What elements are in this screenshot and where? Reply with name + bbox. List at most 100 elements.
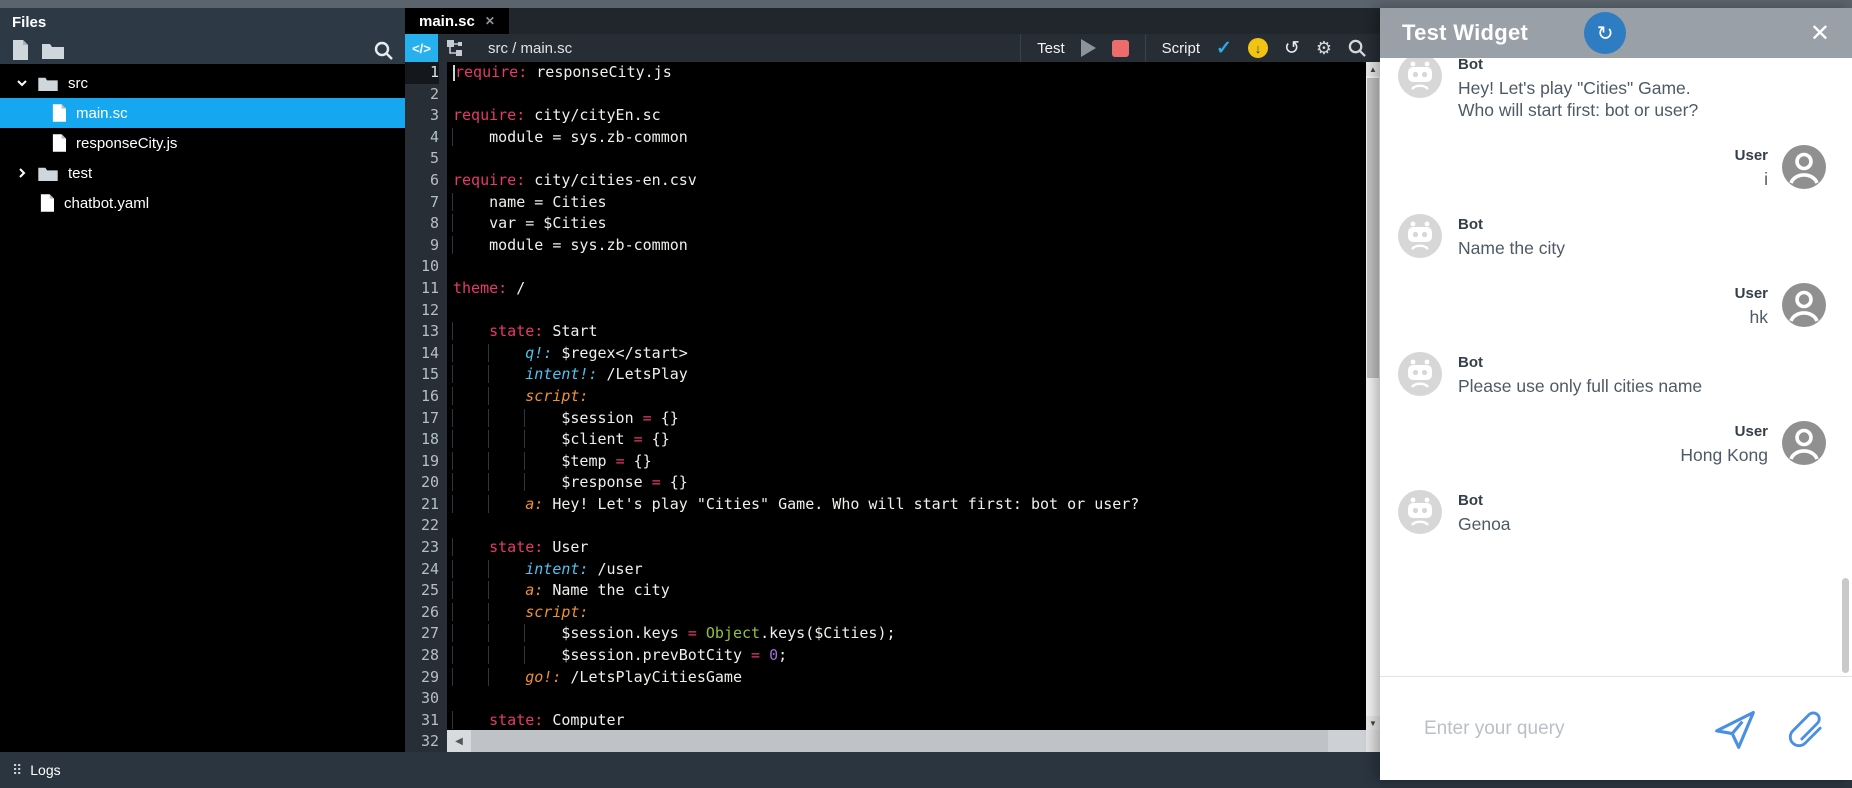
close-widget-icon[interactable]: ✕ — [1810, 19, 1830, 48]
file-tree-item-src[interactable]: src — [0, 68, 405, 98]
horizontal-scroll-thumb[interactable] — [471, 730, 1328, 752]
message-author-label: Bot — [1458, 216, 1483, 233]
file-tree-label: main.sc — [76, 104, 128, 122]
file-tree-label: src — [68, 74, 88, 92]
message-author-label: Bot — [1458, 354, 1483, 371]
code-line: $session.prevBotCity = 0; — [452, 645, 1380, 667]
scroll-down-icon[interactable]: ▼ — [1366, 716, 1380, 730]
message-text: i — [1764, 169, 1768, 189]
file-icon — [40, 194, 54, 212]
chat-message-bot: Bot Please use only full cities name — [1398, 352, 1826, 397]
send-message-icon[interactable] — [1712, 707, 1758, 751]
undo-icon[interactable]: ↺ — [1284, 37, 1300, 60]
test-label: Test — [1037, 39, 1065, 57]
message-text: Hey! Let's play "Cities" Game. Who will … — [1458, 78, 1699, 120]
tab-bar: main.sc ✕ — [405, 8, 1380, 34]
line-number: 29 — [420, 667, 439, 686]
horizontal-scrollbar[interactable]: ◀ — [447, 730, 1366, 752]
test-widget-header: Test Widget ↻ ✕ — [1380, 8, 1852, 58]
vertical-scroll-thumb[interactable] — [1367, 78, 1379, 378]
chat-message-bot: Bot Genoa — [1398, 490, 1826, 535]
deploy-icon[interactable]: ↓ — [1247, 38, 1268, 58]
vertical-scrollbar[interactable]: ▲ ▼ — [1366, 62, 1380, 730]
search-code-icon[interactable] — [1348, 39, 1366, 57]
code-line: $session.keys = Object.keys($Cities); — [452, 623, 1380, 645]
line-number: 13 — [420, 322, 439, 341]
chevron-right-icon[interactable] — [14, 167, 30, 179]
line-number: 4 — [429, 127, 439, 146]
folder-icon — [38, 166, 58, 181]
chevron-down-icon[interactable] — [14, 77, 30, 89]
code-line: script: — [452, 602, 1380, 624]
code-line: go!: /LetsPlayCitiesGame — [452, 667, 1380, 689]
file-tree-label: test — [68, 164, 93, 182]
stop-test-icon[interactable] — [1111, 39, 1129, 57]
line-number: 7 — [429, 192, 439, 211]
message-text: Name the city — [1458, 238, 1565, 258]
logs-list-icon: ⠿ — [12, 761, 23, 778]
bot-avatar — [1398, 352, 1442, 396]
code-line: require: city/cities-en.csv — [453, 170, 697, 189]
files-panel: Files src main.sc responseCity.js test chatb… — [0, 8, 405, 752]
refresh-widget-button[interactable]: ↻ — [1584, 12, 1627, 54]
bot-avatar — [1398, 58, 1442, 98]
line-number: 15 — [420, 365, 439, 384]
file-tree: src main.sc responseCity.js test chatbot.yam… — [0, 64, 405, 218]
line-number: 22 — [420, 516, 439, 535]
code-area[interactable]: require: responseCity.js​require: city/c… — [447, 62, 1380, 752]
editor-region: main.sc ✕ </> src / main.sc Test Script … — [405, 8, 1380, 752]
message-author-label: Bot — [1458, 58, 1483, 73]
code-line: ​ — [453, 688, 1380, 710]
code-line: ​ — [453, 515, 1380, 537]
line-number: 24 — [420, 559, 439, 578]
run-test-icon[interactable] — [1080, 39, 1096, 57]
test-widget-title: Test Widget — [1402, 20, 1529, 45]
message-author-label: User — [1734, 285, 1768, 302]
attach-file-icon[interactable] — [1786, 707, 1826, 751]
file-tree-item-responseCity-js[interactable]: responseCity.js — [0, 128, 405, 158]
code-line: ​ — [453, 300, 1380, 322]
message-author-label: User — [1734, 147, 1768, 164]
code-line: intent!: /LetsPlay — [452, 364, 1380, 386]
tab-main-sc[interactable]: main.sc ✕ — [405, 8, 509, 34]
chat-message-user: User Hong Kong — [1398, 421, 1826, 466]
bot-avatar — [1398, 214, 1442, 258]
query-input[interactable] — [1424, 717, 1684, 740]
toolbar-separator — [1020, 34, 1022, 62]
line-number: 18 — [420, 430, 439, 449]
window-top-edge — [0, 0, 1852, 8]
bot-avatar — [1398, 490, 1442, 534]
code-line: a: Hey! Let's play "Cities" Game. Who wi… — [452, 494, 1380, 516]
file-tree-item-chatbot-yaml[interactable]: chatbot.yaml — [0, 188, 405, 218]
code-line: theme: / — [453, 278, 526, 297]
logs-label: Logs — [30, 762, 61, 778]
new-file-icon[interactable] — [12, 40, 28, 60]
line-number: 17 — [420, 408, 439, 427]
chat-message-bot: Bot Hey! Let's play "Cities" Game. Who wi… — [1398, 58, 1826, 121]
search-files-icon[interactable] — [374, 41, 393, 60]
file-tree-item-test[interactable]: test — [0, 158, 405, 188]
message-text: Please use only full cities name — [1458, 376, 1703, 396]
new-folder-icon[interactable] — [42, 42, 64, 59]
code-view-button[interactable]: </> — [405, 34, 438, 62]
line-number: 19 — [420, 451, 439, 470]
code-line: ​ — [453, 148, 1380, 170]
files-toolbar — [0, 36, 405, 64]
scrollbar-corner — [1366, 730, 1380, 752]
line-number: 9 — [429, 235, 439, 254]
line-number: 2 — [429, 84, 439, 103]
message-text: hk — [1749, 307, 1768, 327]
tab-close-icon[interactable]: ✕ — [485, 14, 495, 28]
line-number: 6 — [429, 170, 439, 189]
validate-check-icon[interactable]: ✓ — [1216, 37, 1232, 60]
file-tree-item-main-sc[interactable]: main.sc — [0, 98, 405, 128]
code-line: script: — [452, 386, 1380, 408]
settings-gear-icon[interactable]: ⚙ — [1316, 38, 1332, 59]
scroll-left-icon[interactable]: ◀ — [447, 730, 471, 752]
flow-view-button[interactable] — [438, 34, 472, 62]
code-line: q!: $regex</start> — [452, 343, 1380, 365]
scroll-up-icon[interactable]: ▲ — [1366, 62, 1380, 76]
chat-scroll-thumb[interactable] — [1842, 578, 1849, 673]
code-line: state: Start — [452, 321, 1380, 343]
line-number: 10 — [420, 257, 439, 276]
